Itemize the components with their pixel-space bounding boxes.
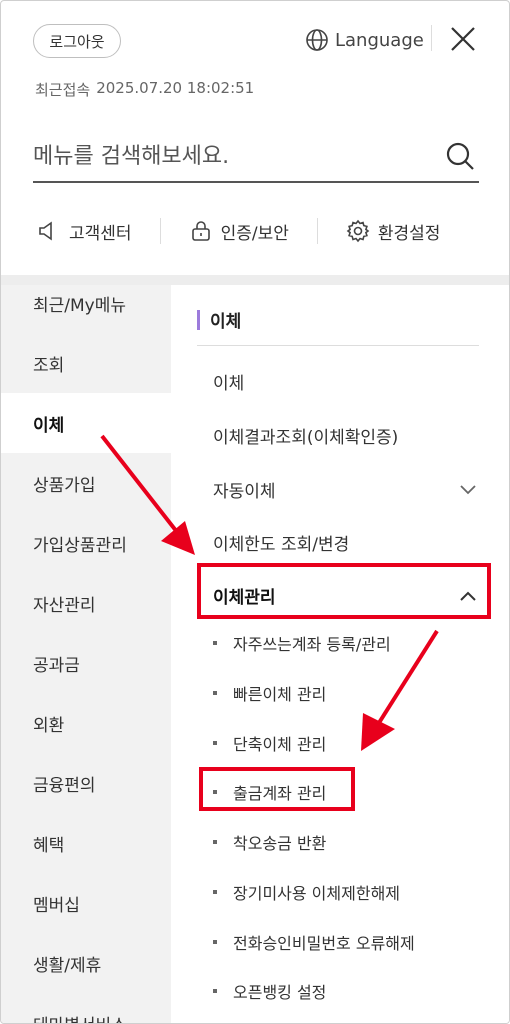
bullet-icon [213,691,217,695]
header-divider [431,25,432,51]
language-button[interactable]: Language [305,26,424,54]
left-menu-item-transfer[interactable]: 이체 [1,393,171,453]
menu-item-transfer-result[interactable]: 이체결과조회(이체확인증) [213,423,477,448]
quick-link-label: 환경설정 [377,223,441,244]
bullet-icon [213,989,217,993]
sub-item-label: 자주쓰는계좌 등록/관리 [233,635,391,654]
sub-item-open-banking[interactable]: 오픈뱅킹 설정 [213,979,326,1003]
sub-item-shortcut-transfer[interactable]: 단축이체 관리 [213,731,326,755]
last-login: 최근접속 2025.07.20 18:02:51 [35,79,254,100]
search-input[interactable] [33,135,433,177]
menu-item-transfer[interactable]: 이체 [213,369,477,394]
security-link[interactable]: 인증/보안 [189,219,289,244]
quick-link-label: 인증/보안 [220,223,289,244]
left-menu-item-convenience[interactable]: 금융편의 [1,753,171,813]
sub-item-label: 단축이체 관리 [233,735,327,754]
sub-item-label: 착오송금 반환 [233,834,327,853]
left-menu-item-recent[interactable]: 최근/My메뉴 [1,273,171,333]
language-label: Language [335,29,424,51]
left-menu-item-product-join[interactable]: 상품가입 [1,453,171,513]
right-panel: 이체 이체 이체결과조회(이체확인증) 자동이체 이체한도 조회/변경 이체관리… [171,285,509,1023]
sub-item-frequent-accounts[interactable]: 자주쓰는계좌 등록/관리 [213,631,391,655]
sub-item-quick-transfer[interactable]: 빠른이체 관리 [213,681,326,705]
left-menu-item-utility[interactable]: 공과금 [1,633,171,693]
sub-item-phone-password-release[interactable]: 전화승인비밀번호 오류해제 [213,930,415,954]
quick-divider [316,218,318,244]
bullet-icon [213,840,217,844]
section-title-text: 이체 [210,312,242,332]
menu-item-label: 이체한도 조회/변경 [213,535,350,555]
bullet-icon [213,641,217,645]
sub-item-mistaken-remittance[interactable]: 착오송금 반환 [213,830,326,854]
sub-item-label: 전화승인비밀번호 오류해제 [233,934,415,953]
left-menu-item-membership[interactable]: 멤버십 [1,873,171,933]
close-icon[interactable] [449,25,477,53]
bullet-icon [213,741,217,745]
menu-item-auto-transfer[interactable]: 자동이체 [213,477,477,502]
customer-center-link[interactable]: 고객센터 [37,219,132,244]
globe-icon [306,29,328,51]
sub-item-label: 빠른이체 관리 [233,685,327,704]
menu-item-label: 이체 [213,374,245,394]
left-menu-item-life[interactable]: 생활/제휴 [1,933,171,993]
last-login-value: 2025.07.20 18:02:51 [96,79,255,97]
lock-icon [191,221,210,241]
sub-item-label: 장기미사용 이체제한해제 [233,884,401,903]
speaker-icon [39,221,52,241]
quick-divider [159,218,161,244]
menu-screen: 로그아웃 Language 최근접속 2025.07.20 18:02:51 고… [0,0,510,1024]
menu-item-transfer-limit[interactable]: 이체한도 조회/변경 [213,530,477,555]
left-menu: 최근/My메뉴 조회 이체 상품가입 가입상품관리 자산관리 공과금 외환 금융… [1,285,171,1024]
sub-item-dormant-release[interactable]: 장기미사용 이체제한해제 [213,880,400,904]
search-bar [33,135,479,183]
chevron-down-icon [460,484,476,494]
settings-link[interactable]: 환경설정 [346,219,441,244]
logout-button[interactable]: 로그아웃 [33,24,121,58]
section-title: 이체 [197,307,241,332]
highlight-withdrawal-account [199,767,355,811]
section-accent-bar [197,309,200,330]
search-icon[interactable] [445,141,475,171]
highlight-transfer-manage [197,563,491,619]
bullet-icon [213,890,217,894]
left-menu-item-benefits[interactable]: 혜택 [1,813,171,873]
left-menu-item-forex[interactable]: 외환 [1,693,171,753]
bullet-icon [213,940,217,944]
last-login-label: 최근접속 [35,81,91,99]
left-menu-item-product-manage[interactable]: 가입상품관리 [1,513,171,573]
left-menu-item-inquiry[interactable]: 조회 [1,333,171,393]
gear-icon [346,219,370,243]
quick-links: 고객센터 인증/보안 환경설정 [37,211,479,251]
quick-link-label: 고객센터 [69,223,132,244]
sub-item-label: 오픈뱅킹 설정 [233,983,327,1002]
left-menu-item-theme[interactable]: 테마별서비스 [1,993,171,1024]
left-menu-item-assets[interactable]: 자산관리 [1,573,171,633]
menu-item-label: 자동이체 [213,482,276,502]
menu-item-label: 이체결과조회(이체확인증) [213,428,399,448]
section-title-divider [197,345,479,346]
